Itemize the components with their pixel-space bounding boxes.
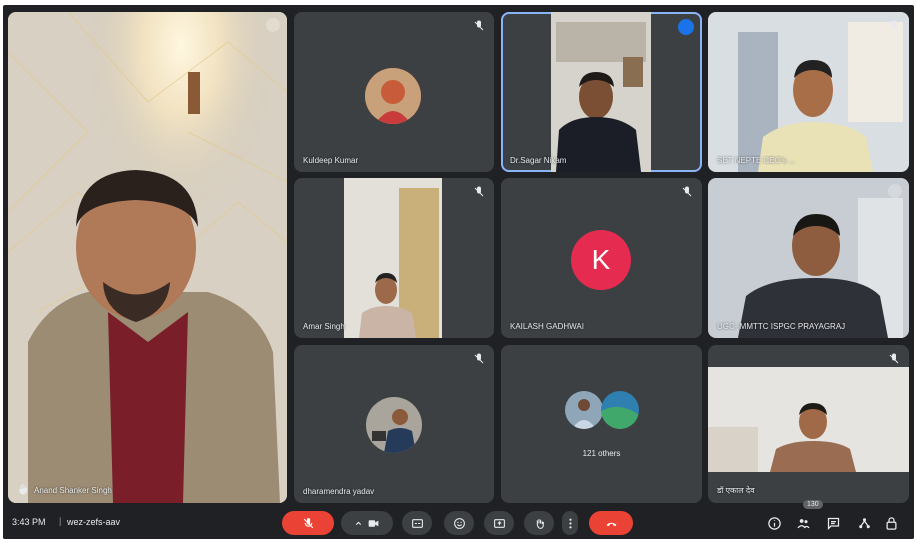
participant-video-main xyxy=(8,12,287,503)
pin-indicator-icon xyxy=(266,18,280,32)
present-icon xyxy=(493,518,505,528)
people-icon xyxy=(796,518,810,528)
participant-name-2: Dr.Sagar Nikam xyxy=(510,156,567,165)
mic-toggle-button[interactable] xyxy=(282,511,334,535)
meeting-details-button[interactable] xyxy=(766,515,782,531)
participant-name-3: SET NEPTE CEO's ... xyxy=(717,156,796,165)
mic-off-icon xyxy=(889,20,899,31)
activities-icon xyxy=(858,517,870,528)
participant-name-1: Kuldeep Kumar xyxy=(303,156,359,165)
people-button[interactable] xyxy=(795,515,811,531)
participant-tile-main[interactable]: Anand Shanker Singh xyxy=(8,12,287,503)
speaking-indicator-icon xyxy=(678,19,694,35)
participant-name-main: Anand Shanker Singh xyxy=(34,486,112,495)
others-count-label: 121 others xyxy=(582,449,621,458)
mic-off-icon xyxy=(474,20,484,31)
participant-avatar-1 xyxy=(365,68,421,124)
participant-name-4: Amar Singh xyxy=(303,322,345,331)
host-controls-button[interactable] xyxy=(883,515,899,531)
camera-icon xyxy=(368,519,379,527)
participant-video-4 xyxy=(344,178,442,338)
participant-video-6 xyxy=(708,178,909,338)
meeting-time: 3:43 PM xyxy=(12,517,46,527)
participant-tile-7[interactable]: dharamendra yadav xyxy=(294,345,494,503)
mic-off-icon xyxy=(303,517,313,528)
info-icon xyxy=(767,516,781,530)
end-call-icon xyxy=(606,522,616,526)
lock-person-icon xyxy=(886,516,896,530)
mic-off-icon xyxy=(474,353,484,364)
participant-video-3 xyxy=(708,12,909,172)
raise-hand-button[interactable] xyxy=(524,511,554,535)
participant-name-6: UGC- MMTTC ISPGC PRAYAGRAJ xyxy=(717,322,846,331)
captions-icon xyxy=(411,518,423,528)
control-bar: 3:43 PM | wez-zefs-aav 130 xyxy=(3,500,914,539)
more-options-button[interactable] xyxy=(562,511,578,535)
participant-tile-1[interactable]: Kuldeep Kumar xyxy=(294,12,494,172)
participant-tile-6[interactable]: UGC- MMTTC ISPGC PRAYAGRAJ xyxy=(708,178,909,338)
more-options-icon xyxy=(568,518,572,528)
hand-icon xyxy=(19,484,27,495)
participant-avatar-7 xyxy=(366,397,422,453)
captions-button[interactable] xyxy=(402,511,432,535)
others-avatar-2 xyxy=(601,391,639,429)
mic-off-icon xyxy=(474,186,484,197)
chevron-up-icon xyxy=(355,521,362,525)
chat-button[interactable] xyxy=(825,515,841,531)
participant-name-9: डॉ एकाल देव xyxy=(717,486,755,495)
participant-name-7: dharamendra yadav xyxy=(303,487,375,496)
participant-tile-9[interactable]: डॉ एकाल देव xyxy=(708,345,909,503)
participant-avatar-5: K xyxy=(571,230,631,290)
pin-indicator-icon xyxy=(888,184,902,198)
meet-window: Anand Shanker Singh Kuldeep Kumar Dr.Sag… xyxy=(3,5,914,539)
participant-video-2 xyxy=(551,12,651,172)
camera-toggle-button[interactable] xyxy=(341,511,393,535)
meeting-code: wez-zefs-aav xyxy=(67,517,121,527)
emoji-button[interactable] xyxy=(444,511,474,535)
activities-button[interactable] xyxy=(856,515,872,531)
mic-off-icon xyxy=(889,353,899,364)
meeting-separator: | xyxy=(59,516,62,526)
chat-icon xyxy=(827,517,839,530)
mic-off-icon xyxy=(682,186,692,197)
others-avatar-1 xyxy=(565,391,603,429)
participant-tile-3[interactable]: SET NEPTE CEO's ... xyxy=(708,12,909,172)
participant-name-5: KAILASH GADHWAI xyxy=(510,322,584,331)
participant-tile-5[interactable]: K KAILASH GADHWAI xyxy=(501,178,702,338)
participant-tile-others[interactable]: 121 others xyxy=(501,345,702,503)
emoji-icon xyxy=(453,517,465,529)
present-button[interactable] xyxy=(484,511,514,535)
raise-hand-icon xyxy=(536,518,544,529)
participant-video-9 xyxy=(708,367,909,472)
participant-tile-2[interactable]: Dr.Sagar Nikam xyxy=(501,12,702,172)
participant-tile-4[interactable]: Amar Singh xyxy=(294,178,494,338)
end-call-button[interactable] xyxy=(589,511,633,535)
participant-count-badge: 130 xyxy=(803,500,823,509)
